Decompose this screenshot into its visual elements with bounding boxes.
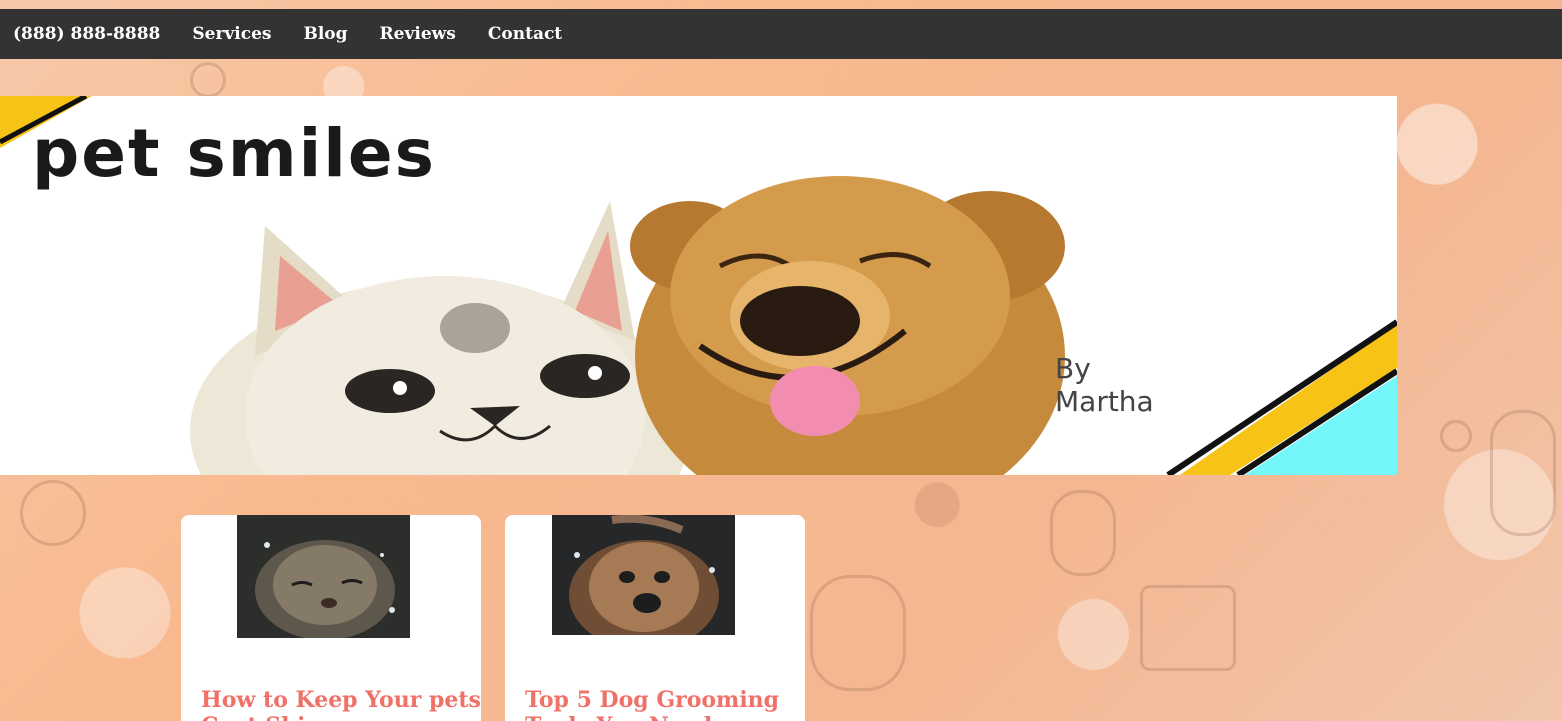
post-card[interactable]: How to Keep Your pets Coat Shiny	[181, 515, 481, 721]
nav-blog-link[interactable]: Blog	[303, 24, 347, 44]
nav-services-link[interactable]: Services	[192, 24, 271, 44]
phone-link[interactable]: (888) 888-8888	[13, 24, 160, 44]
background-pattern-shape	[1490, 410, 1556, 536]
background-pattern-shape	[1140, 585, 1236, 671]
byline-by: By	[1055, 352, 1091, 385]
background-pattern-shape	[190, 62, 226, 98]
nav-reviews-link[interactable]: Reviews	[380, 24, 456, 44]
background-pattern-shape	[20, 480, 86, 546]
cat-illustration	[190, 201, 690, 475]
post-card[interactable]: Top 5 Dog Grooming Tools You Need	[505, 515, 805, 721]
hero-banner: pet smiles By Martha	[0, 96, 1397, 475]
dog-illustration	[630, 176, 1065, 475]
banner-artwork: pet smiles By Martha	[0, 96, 1397, 475]
post-title[interactable]: How to Keep Your pets Coat Shiny	[201, 687, 481, 721]
banner-title: pet smiles	[32, 115, 436, 192]
post-title[interactable]: Top 5 Dog Grooming Tools You Need	[525, 687, 805, 721]
nav-contact-link[interactable]: Contact	[488, 24, 562, 44]
top-navbar: (888) 888-8888 Services Blog Reviews Con…	[0, 9, 1562, 59]
wet-cat-photo	[237, 515, 410, 638]
byline-name: Martha	[1055, 385, 1154, 418]
background-pattern-shape	[1440, 420, 1472, 452]
background-pattern-shape	[1050, 490, 1116, 576]
background-pattern-shape	[810, 575, 906, 691]
wet-dog-photo	[552, 515, 735, 635]
